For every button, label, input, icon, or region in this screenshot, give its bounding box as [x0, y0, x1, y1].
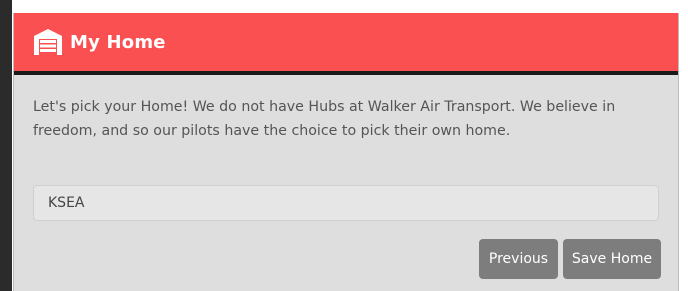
home-airport-input[interactable]	[33, 185, 659, 221]
my-home-modal: My Home Let's pick your Home! We do not …	[13, 13, 679, 291]
backdrop-top-strip	[0, 0, 688, 12]
backdrop-left-strip	[0, 0, 12, 291]
modal-description: Let's pick your Home! We do not have Hub…	[33, 99, 616, 139]
save-home-button[interactable]: Save Home	[563, 239, 661, 279]
garage-icon	[33, 28, 63, 56]
modal-header: My Home	[14, 13, 678, 75]
modal-title: My Home	[70, 31, 166, 53]
previous-button[interactable]: Previous	[479, 239, 558, 279]
